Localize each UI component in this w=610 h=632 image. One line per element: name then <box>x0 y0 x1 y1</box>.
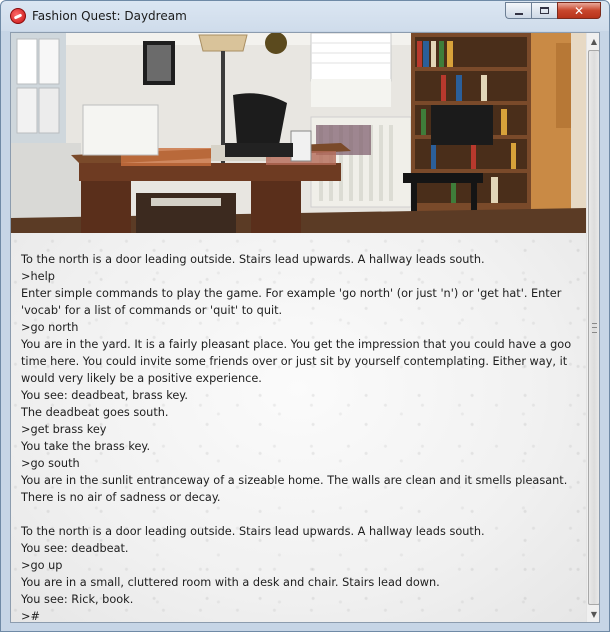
scrollbar-thumb[interactable] <box>588 50 599 605</box>
grip-icon <box>592 323 597 333</box>
scroll-up-arrow-icon[interactable]: ▲ <box>587 33 599 49</box>
output-line: There is no air of sadness or decay. <box>21 491 221 504</box>
command-line: >help <box>21 270 55 283</box>
output-line: To the north is a door leading outside. … <box>21 525 485 538</box>
window-controls: ✕ <box>505 2 601 20</box>
output-line: You are in the yard. It is a fairly plea… <box>21 338 572 351</box>
output-line: time here. You could invite some friends… <box>21 355 568 368</box>
text-output: To the north is a door leading outside. … <box>21 251 586 622</box>
window-title: Fashion Quest: Daydream <box>32 9 187 23</box>
output-line: You are in the sunlit entranceway of a s… <box>21 474 568 487</box>
game-client-area: To the north is a door leading outside. … <box>10 32 600 623</box>
game-text-log: To the north is a door leading outside. … <box>11 233 586 622</box>
output-line: Enter simple commands to play the game. … <box>21 287 562 300</box>
output-line: You see: deadbeat. <box>21 542 129 555</box>
output-line: You take the brass key. <box>21 440 151 453</box>
command-line: >get brass key <box>21 423 107 436</box>
title-bar[interactable]: Fashion Quest: Daydream ✕ <box>1 1 609 31</box>
output-line: You see: deadbeat, brass key. <box>21 389 188 402</box>
game-window: Fashion Quest: Daydream ✕ To the north i… <box>0 0 610 632</box>
output-line: The deadbeat goes south. <box>21 406 169 419</box>
command-line[interactable]: ># <box>21 608 586 622</box>
command-line: >go north <box>21 321 79 334</box>
app-icon[interactable] <box>10 8 26 24</box>
close-icon: ✕ <box>573 3 585 18</box>
output-line: To the north is a door leading outside. … <box>21 253 485 266</box>
command-line: >go up <box>21 559 63 572</box>
minimize-icon <box>514 12 523 15</box>
vertical-scrollbar[interactable]: ▲ ▼ <box>586 33 599 622</box>
output-line: You see: Rick, book. <box>21 593 134 606</box>
output-line: You are in a small, cluttered room with … <box>21 576 440 589</box>
output-line: would very likely be a positive experien… <box>21 372 262 385</box>
minimize-button[interactable] <box>505 2 531 19</box>
output-line: 'vocab' for a list of commands or 'quit'… <box>21 304 283 317</box>
maximize-icon <box>540 7 549 14</box>
maximize-button[interactable] <box>531 2 557 19</box>
close-button[interactable]: ✕ <box>557 2 601 19</box>
command-line: >go south <box>21 457 80 470</box>
scene-image <box>11 33 586 233</box>
scroll-down-arrow-icon[interactable]: ▼ <box>587 606 599 622</box>
room-photo <box>11 33 586 233</box>
